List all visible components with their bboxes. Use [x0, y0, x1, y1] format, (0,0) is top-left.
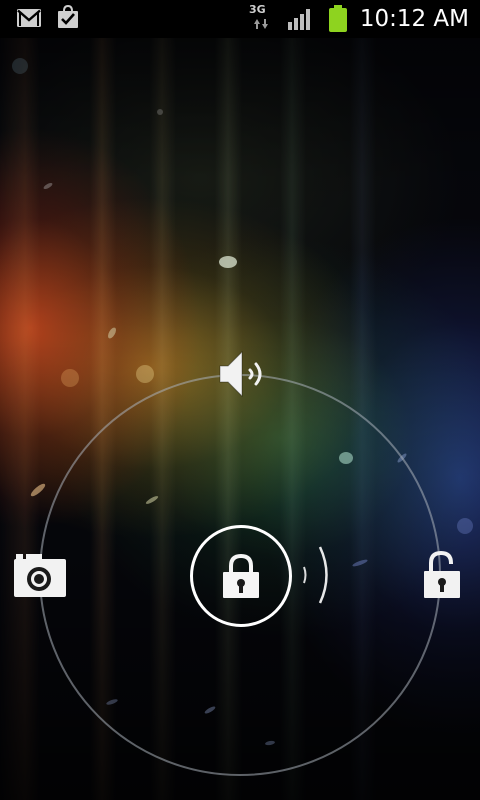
unlock-icon[interactable]	[422, 550, 462, 600]
gmail-icon	[17, 9, 41, 27]
clock: 10:12 AM	[359, 6, 469, 32]
unlock-ring	[39, 374, 441, 776]
camera-icon[interactable]	[12, 550, 68, 598]
lock-icon	[223, 553, 259, 598]
lock-handle[interactable]	[190, 525, 292, 627]
market-check-icon	[58, 5, 78, 28]
signal-icon	[288, 9, 310, 30]
sound-icon[interactable]	[216, 348, 268, 400]
data-arrows-icon	[254, 19, 268, 29]
3g-data-icon: 3G	[248, 3, 276, 34]
status-bar: 3G 10:12 AM	[0, 0, 480, 38]
lock-screen: 3G 10:12 AM	[0, 0, 480, 800]
network-type-label: 3G	[249, 3, 266, 16]
battery-icon	[329, 5, 347, 32]
